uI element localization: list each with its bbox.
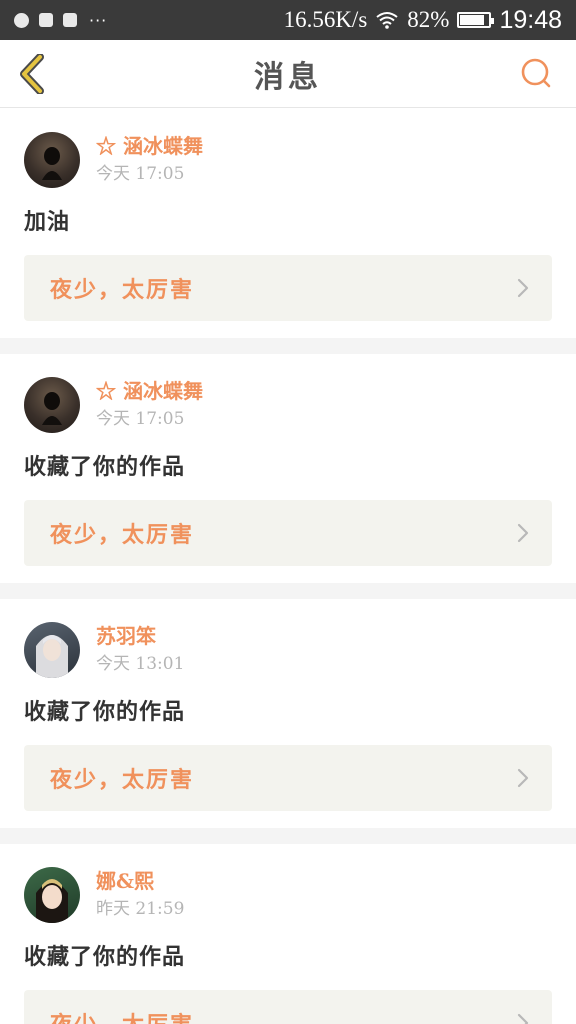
work-title: 夜少，太厉害	[50, 767, 195, 793]
card-divider	[0, 583, 576, 599]
timestamp: 今天 17:05	[96, 409, 185, 429]
username[interactable]: ☆ 涵冰蝶舞	[96, 378, 203, 404]
notification-meta: ☆ 涵冰蝶舞 今天 17:05	[96, 378, 203, 432]
avatar[interactable]	[24, 622, 80, 678]
status-bar-right: 16.56K/s 82% 19:48	[284, 6, 562, 35]
work-link[interactable]: 夜少，太厉害	[24, 990, 552, 1024]
chevron-right-icon	[517, 523, 529, 543]
notification-card: ☆ 涵冰蝶舞 今天 17:05 收藏了你的作品 夜少，太厉害	[0, 354, 576, 583]
work-title: 夜少，太厉害	[50, 1007, 194, 1024]
clock: 19:48	[499, 5, 562, 34]
chat-notification-icon	[14, 12, 29, 28]
notification-list: ☆ 涵冰蝶舞 今天 17:05 加油 夜少，太厉害 ☆ 涵冰蝶舞 今天 17:0…	[0, 109, 576, 1024]
notification-message: 收藏了你的作品	[24, 699, 186, 725]
search-button[interactable]	[518, 56, 554, 92]
timestamp: 昨天 21:59	[96, 899, 185, 919]
status-bar: ··· 16.56K/s 82% 19:48	[0, 0, 576, 40]
network-speed: 16.56K/s	[283, 7, 368, 32]
avatar[interactable]	[24, 377, 80, 433]
timestamp: 今天 13:01	[96, 654, 185, 674]
wifi-icon	[376, 12, 398, 29]
avatar-image	[42, 147, 62, 180]
notification-card: 苏羽笨 今天 13:01 收藏了你的作品 夜少，太厉害	[0, 599, 576, 828]
chevron-left-icon	[20, 54, 44, 94]
work-link[interactable]: 夜少，太厉害	[24, 500, 552, 566]
notification-message: 收藏了你的作品	[24, 454, 186, 480]
notification-message: 加油	[24, 209, 71, 235]
more-notifications-indicator: ···	[89, 10, 108, 30]
card-divider	[0, 828, 576, 844]
notification-message: 收藏了你的作品	[24, 944, 186, 970]
notification-header: ☆ 涵冰蝶舞 今天 17:05	[24, 376, 552, 434]
avatar-image	[36, 879, 68, 923]
notification-card: 娜&熙 昨天 21:59 收藏了你的作品 夜少，太厉害	[0, 844, 576, 1024]
work-title: 夜少，太厉害	[50, 522, 195, 548]
battery-fill	[460, 15, 484, 25]
back-button[interactable]	[14, 52, 50, 96]
search-icon	[521, 58, 551, 88]
battery-percentage: 82%	[407, 7, 450, 32]
notification-meta: ☆ 涵冰蝶舞 今天 17:05	[96, 133, 203, 187]
card-divider	[0, 338, 576, 354]
status-bar-left: ···	[14, 11, 107, 30]
username[interactable]: 娜&熙	[96, 868, 184, 894]
chevron-right-icon	[517, 1013, 529, 1024]
notification-meta: 苏羽笨 今天 13:01	[96, 623, 184, 677]
app-notification-icon	[39, 13, 53, 27]
page-title: 消息	[254, 59, 322, 95]
battery-icon	[457, 12, 495, 28]
avatar-image	[42, 392, 62, 425]
work-link[interactable]: 夜少，太厉害	[24, 745, 552, 811]
timestamp: 今天 17:05	[96, 164, 185, 184]
chevron-right-icon	[517, 768, 529, 788]
username[interactable]: ☆ 涵冰蝶舞	[96, 133, 203, 159]
notification-header: 娜&熙 昨天 21:59	[24, 866, 552, 924]
work-link[interactable]: 夜少，太厉害	[24, 255, 552, 321]
avatar[interactable]	[24, 867, 80, 923]
notification-card: ☆ 涵冰蝶舞 今天 17:05 加油 夜少，太厉害	[0, 109, 576, 338]
nav-bar: 消息	[0, 40, 576, 108]
work-title: 夜少，太厉害	[50, 277, 195, 303]
avatar[interactable]	[24, 132, 80, 188]
chevron-right-icon	[517, 278, 529, 298]
sim-card-icon	[63, 13, 77, 27]
notification-meta: 娜&熙 昨天 21:59	[96, 868, 184, 922]
avatar-image	[36, 635, 68, 678]
battery-tip	[491, 18, 495, 24]
username[interactable]: 苏羽笨	[96, 623, 184, 649]
notification-header: ☆ 涵冰蝶舞 今天 17:05	[24, 131, 552, 189]
notification-header: 苏羽笨 今天 13:01	[24, 621, 552, 679]
